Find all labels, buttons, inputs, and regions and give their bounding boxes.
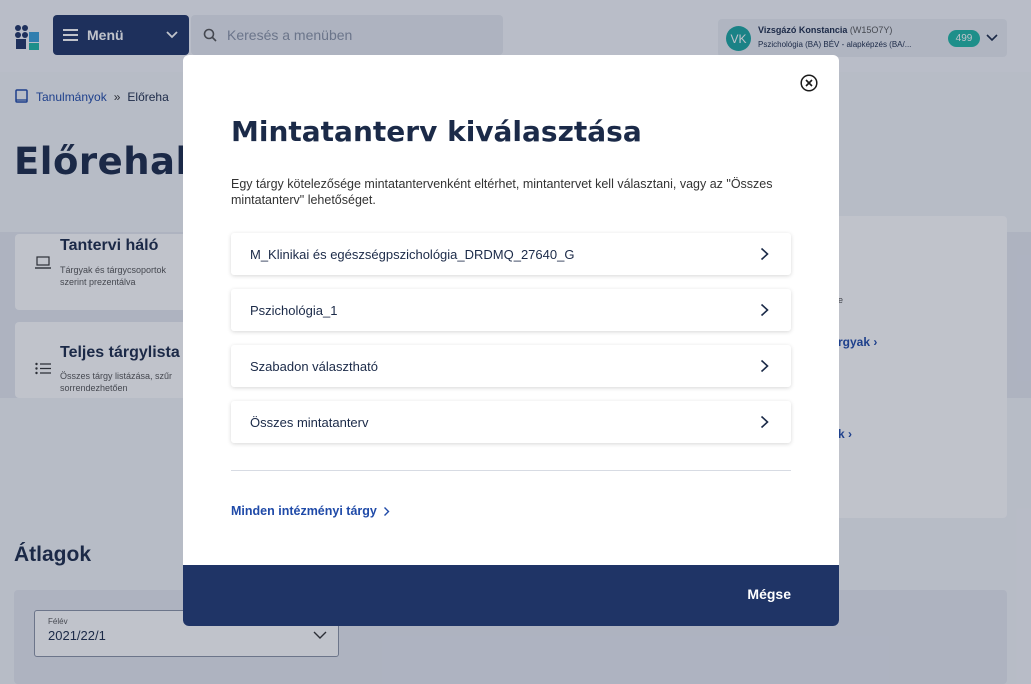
curriculum-option-label: Összes mintatanterv	[250, 414, 369, 430]
chevron-right-icon	[760, 415, 769, 429]
curriculum-option-label: M_Klinikai és egészségpszichológia_DRDMQ…	[250, 246, 575, 262]
chevron-right-icon	[760, 359, 769, 373]
chevron-right-icon	[760, 303, 769, 317]
curriculum-option[interactable]: Szabadon választható	[231, 345, 791, 387]
close-icon[interactable]	[800, 74, 818, 92]
select-curriculum-dialog: Mintatanterv kiválasztása Egy tárgy köte…	[183, 55, 839, 626]
curriculum-option[interactable]: M_Klinikai és egészségpszichológia_DRDMQ…	[231, 233, 791, 275]
curriculum-option-label: Pszichológia_1	[250, 302, 338, 318]
dialog-title: Mintatanterv kiválasztása	[231, 115, 642, 148]
curriculum-option-all[interactable]: Összes mintatanterv	[231, 401, 791, 443]
divider	[231, 470, 791, 471]
chevron-right-icon	[760, 247, 769, 261]
curriculum-option-label: Szabadon választható	[250, 358, 378, 374]
dialog-footer: Mégse	[183, 565, 839, 626]
cancel-button[interactable]: Mégse	[747, 586, 791, 602]
all-institution-subjects-label: Minden intézményi tárgy	[231, 504, 377, 518]
dialog-description: Egy tárgy kötelezősége mintatantervenkén…	[231, 177, 773, 207]
curriculum-option[interactable]: Pszichológia_1	[231, 289, 791, 331]
chevron-right-icon	[383, 506, 390, 516]
all-institution-subjects-link[interactable]: Minden intézményi tárgy	[231, 504, 390, 518]
